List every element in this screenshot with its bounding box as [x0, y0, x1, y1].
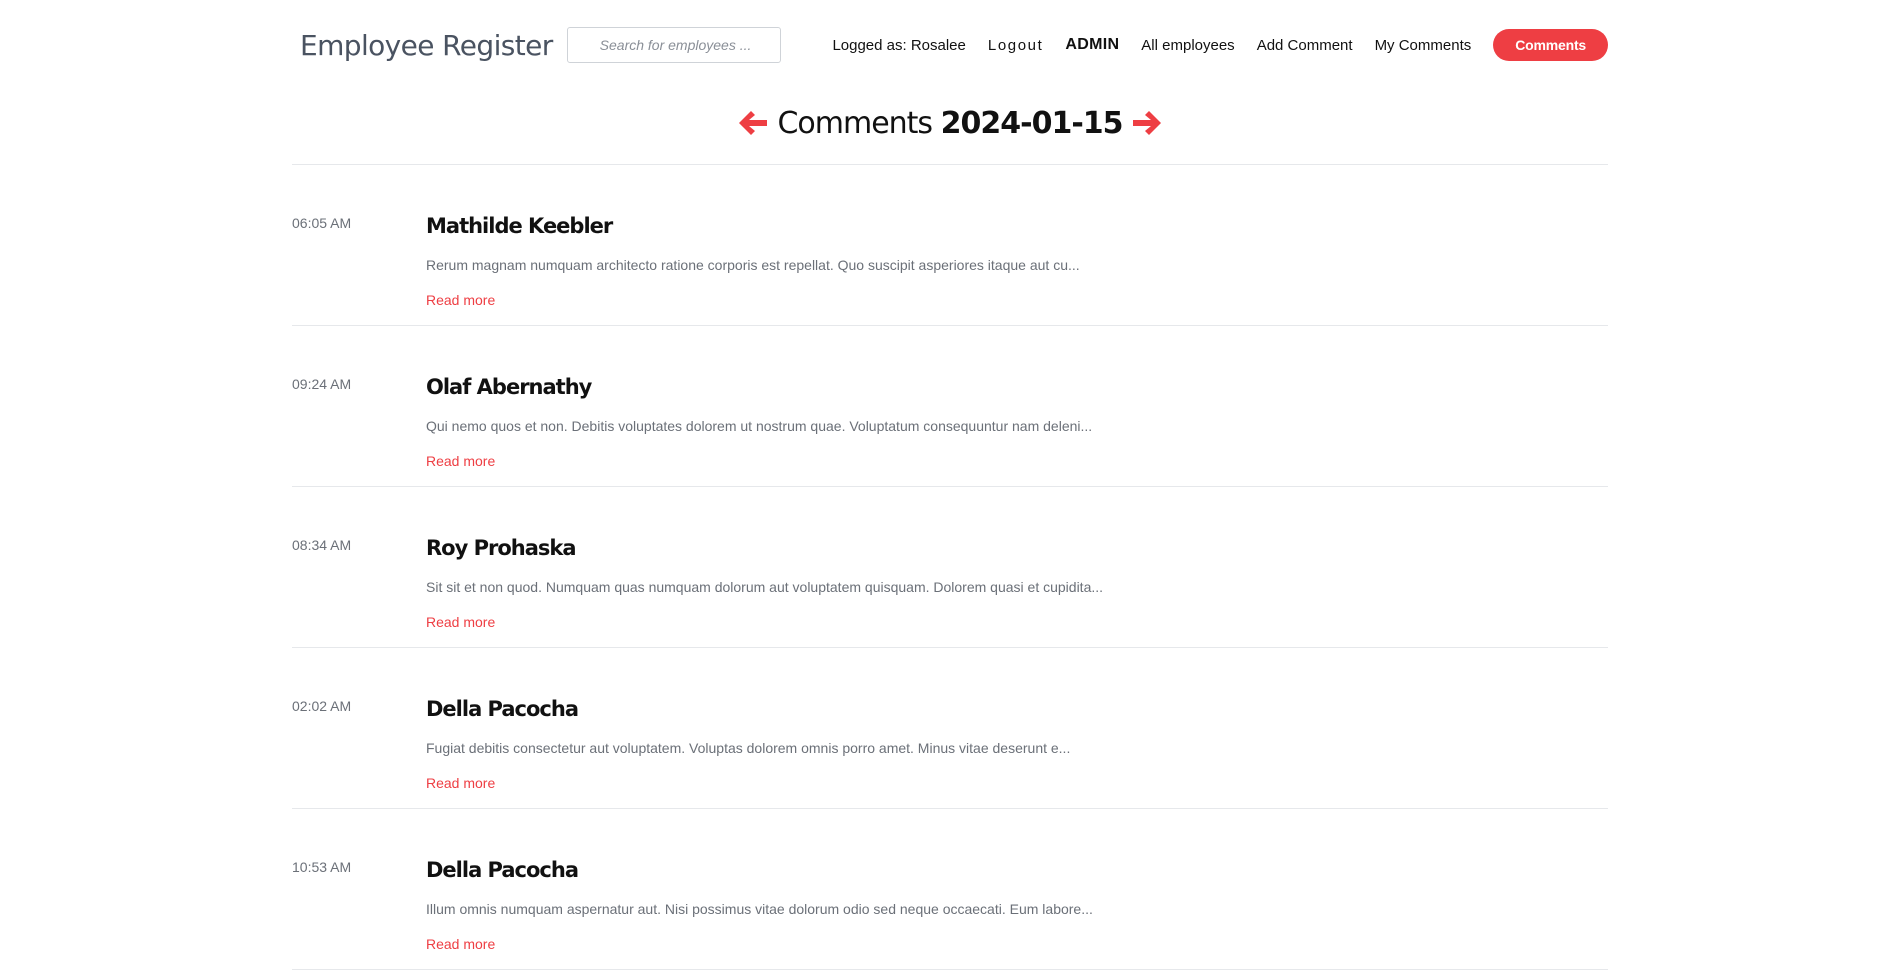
- comments-title-row: Comments 2024-01-15: [292, 90, 1608, 165]
- comment-item: 09:24 AM Olaf Abernathy Qui nemo quos et…: [292, 326, 1608, 487]
- add-comment-link[interactable]: Add Comment: [1257, 37, 1353, 54]
- comment-item: 10:53 AM Della Pacocha Illum omnis numqu…: [292, 809, 1608, 970]
- comment-excerpt: Fugiat debitis consectetur aut voluptate…: [426, 740, 1071, 756]
- comment-excerpt: Sit sit et non quod. Numquam quas numqua…: [426, 579, 1104, 595]
- all-employees-link[interactable]: All employees: [1141, 37, 1234, 54]
- comment-body: Mathilde Keebler Rerum magnam numquam ar…: [426, 213, 1608, 325]
- read-more-link[interactable]: Read more: [426, 936, 495, 952]
- my-comments-link[interactable]: My Comments: [1375, 37, 1472, 54]
- comment-time: 08:34 AM: [292, 537, 352, 553]
- comment-body: Della Pacocha Illum omnis numquam aspern…: [426, 857, 1608, 969]
- read-more-link[interactable]: Read more: [426, 292, 495, 308]
- comment-author[interactable]: Roy Prohaska: [426, 535, 1608, 561]
- comments-button[interactable]: Comments: [1493, 29, 1608, 61]
- logged-as-label: Logged as: Rosalee: [832, 36, 966, 54]
- comment-author[interactable]: Della Pacocha: [426, 857, 1608, 883]
- comment-item: 06:05 AM Mathilde Keebler Rerum magnam n…: [292, 165, 1608, 326]
- comment-author[interactable]: Olaf Abernathy: [426, 374, 1608, 400]
- comment-time: 10:53 AM: [292, 859, 352, 875]
- comment-body: Della Pacocha Fugiat debitis consectetur…: [426, 696, 1608, 808]
- read-more-link[interactable]: Read more: [426, 453, 495, 469]
- comment-excerpt: Rerum magnam numquam architecto ratione …: [426, 257, 1080, 273]
- arrow-right-icon[interactable]: [1131, 109, 1163, 137]
- comment-item: 02:02 AM Della Pacocha Fugiat debitis co…: [292, 648, 1608, 809]
- admin-link[interactable]: ADMIN: [1065, 36, 1119, 54]
- page-title: Comments 2024-01-15: [777, 105, 1124, 141]
- main-nav: Logged as: Rosalee Logout ADMIN All empl…: [832, 29, 1608, 61]
- arrow-left-icon[interactable]: [737, 109, 769, 137]
- read-more-link[interactable]: Read more: [426, 614, 495, 630]
- comment-item: 08:34 AM Roy Prohaska Sit sit et non quo…: [292, 487, 1608, 648]
- logout-link[interactable]: Logout: [988, 37, 1043, 54]
- comment-time: 09:24 AM: [292, 376, 352, 392]
- page-title-prefix: Comments: [777, 105, 933, 141]
- comment-body: Olaf Abernathy Qui nemo quos et non. Deb…: [426, 374, 1608, 486]
- read-more-link[interactable]: Read more: [426, 775, 495, 791]
- page-container: Employee Register Logged as: Rosalee Log…: [292, 0, 1608, 970]
- comment-body: Roy Prohaska Sit sit et non quod. Numqua…: [426, 535, 1608, 647]
- comment-excerpt: Qui nemo quos et non. Debitis voluptates…: [426, 418, 1093, 434]
- comment-time: 06:05 AM: [292, 215, 352, 231]
- search-input[interactable]: [566, 27, 781, 63]
- page-title-date: 2024-01-15: [940, 105, 1124, 141]
- brand-title[interactable]: Employee Register: [300, 29, 553, 62]
- comment-author[interactable]: Mathilde Keebler: [426, 213, 1608, 239]
- top-navbar: Employee Register Logged as: Rosalee Log…: [292, 0, 1608, 90]
- comment-time: 02:02 AM: [292, 698, 352, 714]
- comment-author[interactable]: Della Pacocha: [426, 696, 1608, 722]
- comments-list: 06:05 AM Mathilde Keebler Rerum magnam n…: [292, 165, 1608, 970]
- comment-excerpt: Illum omnis numquam aspernatur aut. Nisi…: [426, 901, 1093, 917]
